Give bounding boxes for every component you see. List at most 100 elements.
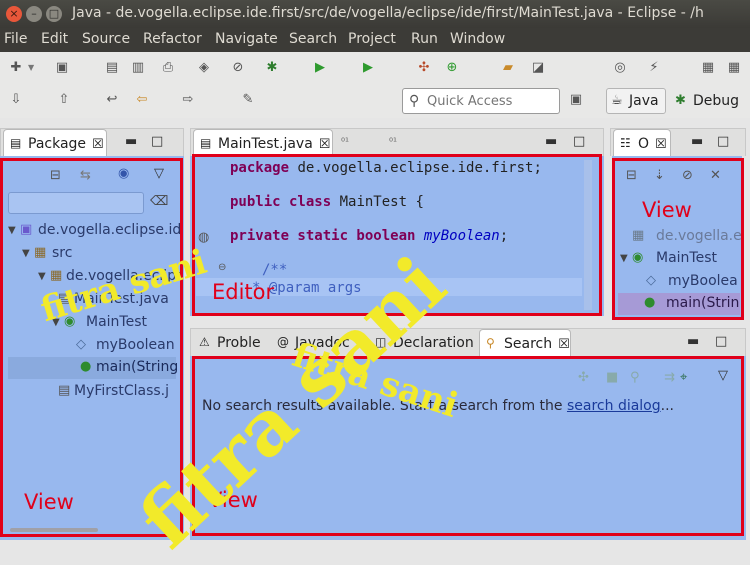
forward-icon[interactable]: ⇨ (180, 92, 196, 108)
tab-javadoc[interactable]: @ Javadoc (271, 329, 359, 357)
link-editor-icon[interactable]: ⇆ (80, 168, 91, 183)
menu-edit[interactable]: Edit (41, 31, 68, 47)
tab-problems[interactable]: ⚠ Proble (193, 329, 267, 357)
collapse-all-icon[interactable]: ⊟ (50, 168, 61, 183)
editor-scrollbar[interactable] (584, 160, 592, 310)
open-perspective-icon[interactable]: ▣ (568, 92, 584, 108)
class-file-icon[interactable]: ⁰¹ (341, 137, 349, 148)
debug-perspective-icon: ✱ (675, 93, 686, 108)
print-icon[interactable]: ⎙ (160, 60, 176, 76)
maximize-icon[interactable]: □ (715, 334, 727, 349)
skip-breakpoints-icon[interactable]: ⊘ (230, 60, 246, 76)
expand-arrow-icon[interactable]: ▼ (52, 317, 60, 328)
show-previous-searches-icon[interactable]: ⚲ (630, 370, 640, 385)
class-file-icon[interactable]: ⁰¹ (389, 137, 397, 148)
view-menu-icon[interactable]: ◉ (118, 166, 129, 181)
expand-arrow-icon[interactable]: ▼ (38, 271, 46, 282)
method-icon: ● (644, 295, 656, 310)
search-icon: ⚲ (409, 93, 420, 109)
menu-project[interactable]: Project (348, 31, 396, 47)
open-folder-icon[interactable]: ▰ (500, 60, 516, 76)
chevron-down-icon[interactable]: ▽ (718, 368, 728, 383)
new-icon[interactable]: ✚ (8, 60, 24, 76)
debug-icon[interactable]: ✱ (264, 60, 280, 76)
clear-filter-icon[interactable]: ⌫ (150, 194, 168, 209)
search-dialog-link[interactable]: search dialog (567, 398, 661, 414)
save-all-icon[interactable]: ▥ (130, 60, 146, 76)
expand-arrow-icon[interactable]: ▼ (22, 248, 30, 259)
run-external-icon[interactable]: ▶ (360, 60, 376, 76)
open-type-icon[interactable]: ◪ (530, 60, 546, 76)
tab-maintest-java[interactable]: ▤ MainTest.java ☒ (193, 129, 333, 157)
chevron-down-icon[interactable]: ▼ (28, 63, 36, 72)
menu-run[interactable]: Run (411, 31, 438, 47)
close-icon[interactable]: ☒ (558, 337, 570, 352)
hide-fields-icon[interactable]: ⊘ (682, 168, 693, 183)
collapse-all-icon[interactable]: ⊟ (626, 168, 637, 183)
search-empty-message: No search results available. Start a sea… (202, 398, 674, 414)
minimize-icon[interactable]: ▬ (687, 334, 699, 349)
fold-icon[interactable]: ⊖ (218, 262, 226, 273)
close-icon[interactable]: ☒ (92, 137, 104, 152)
maximize-icon[interactable]: □ (573, 134, 585, 149)
close-icon[interactable]: ☒ (655, 137, 667, 152)
remove-all-icon[interactable]: ⇉ (664, 370, 675, 385)
window-close-button[interactable]: × (6, 6, 22, 22)
outline-icon: ☷ (620, 136, 631, 150)
back-icon[interactable]: ⇦ (134, 92, 150, 108)
menu-navigate[interactable]: Navigate (215, 31, 278, 47)
tab-package-explorer[interactable]: ▤ Package ☒ (3, 129, 107, 157)
expand-arrow-icon[interactable]: ▼ (620, 253, 628, 264)
quick-access-input[interactable] (427, 92, 557, 110)
java-perspective-button[interactable]: ☕ Java (606, 88, 666, 114)
minimize-icon[interactable]: ▬ (691, 134, 703, 149)
menu-refactor[interactable]: Refactor (143, 31, 202, 47)
minimize-icon[interactable]: ▬ (545, 134, 557, 149)
window-minimize-button[interactable]: – (26, 6, 42, 22)
warning-marker-icon[interactable]: ◍ (198, 230, 209, 245)
outline-row-method[interactable]: ● main(Strin (618, 293, 740, 315)
stop-icon[interactable]: ■ (606, 370, 618, 385)
next-annotation-icon[interactable]: ⇩ (8, 92, 24, 108)
maximize-icon[interactable]: □ (717, 134, 729, 149)
menu-file[interactable]: File (4, 31, 27, 47)
hide-static-icon[interactable]: ✕ (710, 168, 721, 183)
prev-annotation-icon[interactable]: ⇧ (56, 92, 72, 108)
new-folder-icon[interactable]: ▣ (54, 60, 70, 76)
window-maximize-button[interactable]: □ (46, 6, 62, 22)
annotation-prev-icon[interactable]: ▦ (726, 60, 742, 76)
menu-source[interactable]: Source (82, 31, 130, 47)
pin-icon[interactable]: ⚡ (646, 60, 662, 76)
chevron-down-icon[interactable]: ▽ (154, 166, 164, 181)
tab-declaration[interactable]: ◫ Declaration (369, 329, 479, 357)
tab-outline[interactable]: ☷ O ☒ (613, 129, 671, 157)
close-icon[interactable]: ☒ (319, 137, 331, 152)
quick-access-field[interactable]: ⚲ (402, 88, 560, 114)
new-class-icon[interactable]: ✣ (416, 60, 432, 76)
pin-search-icon[interactable]: ⌖ (680, 370, 687, 385)
tab-search[interactable]: ⚲ Search ☒ (479, 329, 571, 357)
minimize-icon[interactable]: ▬ (125, 134, 137, 149)
tree-row-main-method[interactable]: ● main(String (8, 357, 178, 379)
save-icon[interactable]: ▤ (104, 60, 120, 76)
expand-arrow-icon[interactable]: ▼ (8, 225, 16, 236)
horizontal-scrollbar[interactable] (10, 528, 98, 532)
annotation-label-view-outline: View (642, 198, 692, 222)
run-icon[interactable]: ▶ (312, 60, 328, 76)
new-java-icon[interactable]: ⊕ (444, 60, 460, 76)
menu-window[interactable]: Window (450, 31, 505, 47)
sort-icon[interactable]: ⇣ (654, 168, 665, 183)
annotation-icon[interactable]: ▦ (700, 60, 716, 76)
window-title: Java - de.vogella.eclipse.ide.first/src/… (72, 5, 704, 21)
pin-editor-icon[interactable]: ✎ (240, 92, 256, 108)
filter-input[interactable] (8, 192, 144, 214)
toggle-icon[interactable]: ◈ (196, 60, 212, 76)
search-action-icon[interactable]: ◎ (612, 60, 628, 76)
debug-perspective-button[interactable]: ✱ Debug (670, 88, 742, 114)
java-file-icon: ▤ (58, 291, 71, 306)
maximize-icon[interactable]: □ (151, 134, 163, 149)
expand-all-icon[interactable]: ✣ (578, 370, 589, 385)
menu-search[interactable]: Search (289, 31, 337, 47)
problems-icon: ⚠ (199, 335, 210, 349)
last-edit-icon[interactable]: ↩ (104, 92, 120, 108)
